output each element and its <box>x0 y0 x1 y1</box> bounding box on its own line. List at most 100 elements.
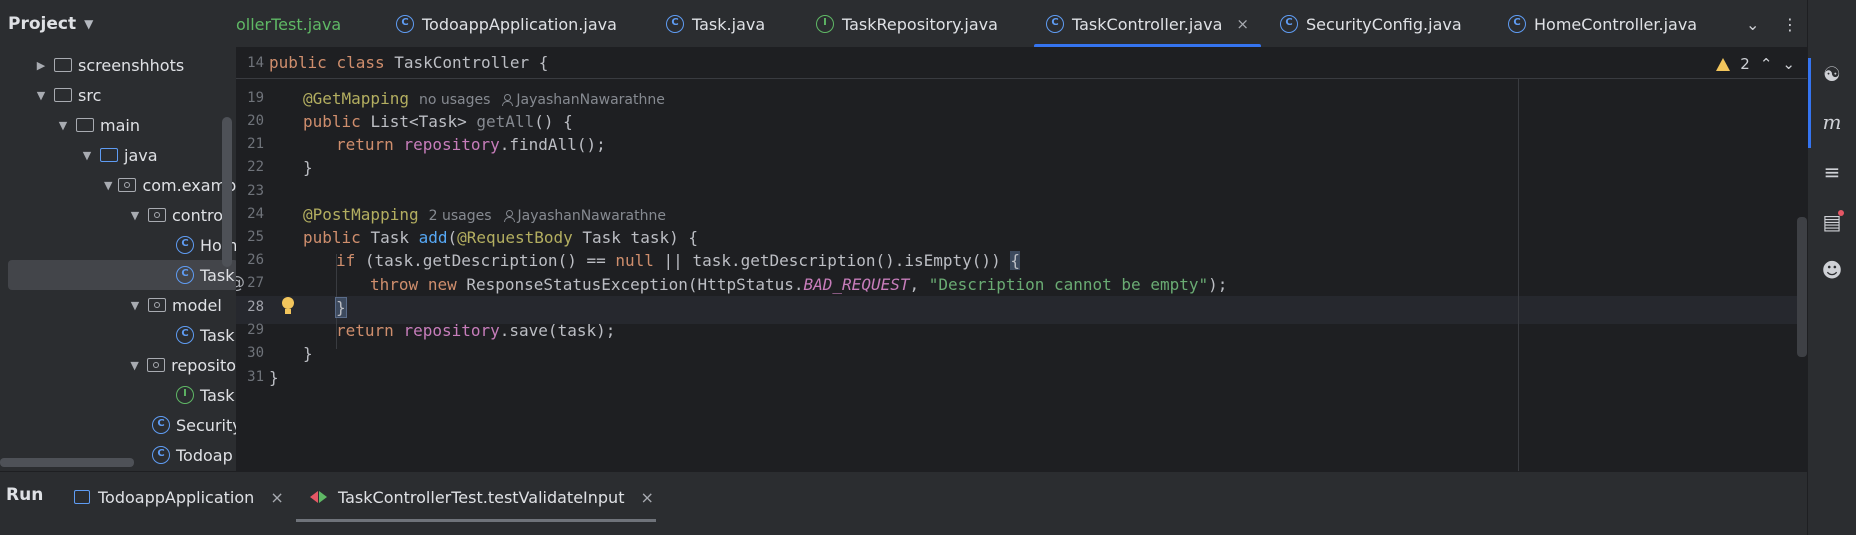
right-margin-guide <box>1518 79 1519 471</box>
tab-controller-test[interactable]: ollerTest.java <box>236 0 342 47</box>
previous-highlight-icon[interactable]: ⌃ <box>1760 55 1773 73</box>
endpoint-gutter-icon[interactable]: @ <box>236 273 245 293</box>
author-hint[interactable]: JayashanNawarathne <box>492 208 666 224</box>
ai-chat-icon[interactable]: ☯ <box>1820 62 1844 86</box>
keyword: public <box>269 53 327 72</box>
right-tool-strip: ☯ m ≡ ▤ ☻ <box>1807 0 1856 535</box>
annotation: @GetMapping <box>303 89 409 108</box>
code-text: .findAll(); <box>499 135 606 154</box>
chevron-right-icon[interactable]: ▶ <box>34 59 48 72</box>
close-icon[interactable]: × <box>270 488 283 507</box>
chevron-down-icon[interactable]: ▼ <box>84 17 93 31</box>
code-line-22[interactable]: } <box>303 158 313 177</box>
project-horizontal-scrollbar[interactable] <box>0 458 134 467</box>
code-text: , <box>909 275 920 294</box>
usages-hint[interactable]: no usages <box>419 92 490 108</box>
code-line-19[interactable]: @GetMapping no usages JayashanNawarathne <box>303 89 665 108</box>
chevron-down-icon[interactable]: ▼ <box>56 119 70 132</box>
tab-task[interactable]: C Task.java <box>666 0 765 47</box>
lightbulb-icon[interactable] <box>282 297 294 317</box>
tree-item-task-controller[interactable]: C Task <box>8 260 236 290</box>
folder-icon <box>54 88 72 102</box>
constant: BAD_REQUEST <box>803 275 910 294</box>
sticky-lines-header[interactable]: 14 public class TaskController { <box>236 49 1807 79</box>
chevron-down-icon[interactable]: ⌄ <box>1746 15 1759 34</box>
tab-options-button[interactable]: ⋮ <box>1782 0 1798 47</box>
package-icon <box>148 208 166 222</box>
chevron-down-icon[interactable]: ▼ <box>80 149 94 162</box>
user-icon <box>502 94 514 106</box>
tree-item-label: java <box>124 145 158 165</box>
copilot-icon[interactable]: ☻ <box>1820 258 1844 282</box>
code-line-31[interactable]: } <box>269 368 279 387</box>
code-line-30[interactable]: } <box>303 344 313 363</box>
structure-icon[interactable]: ≡ <box>1820 160 1844 184</box>
code-line-21[interactable]: return repository.findAll(); <box>336 135 606 154</box>
usages-hint[interactable]: 2 usages <box>429 208 492 224</box>
code-line-29[interactable]: return repository.save(task); <box>336 321 615 340</box>
project-vertical-scrollbar[interactable] <box>222 117 232 267</box>
code-text: } <box>303 158 313 177</box>
tab-todoapp-application[interactable]: C TodoappApplication.java <box>396 0 617 47</box>
tab-label: ollerTest.java <box>236 14 342 34</box>
project-view-selector[interactable]: Project ▼ <box>0 0 236 48</box>
notifications-icon[interactable]: ▤ <box>1820 210 1844 234</box>
code-line-25[interactable]: public Task add(@RequestBody Task task) … <box>303 228 698 247</box>
editor-vertical-scrollbar[interactable] <box>1797 217 1807 357</box>
tree-item-label: main <box>100 115 140 135</box>
maven-icon[interactable]: m <box>1820 110 1844 134</box>
tree-item-task-repository[interactable]: I Task <box>0 380 236 410</box>
keyword: public <box>303 112 361 131</box>
tree-item-task-model[interactable]: C Task <box>0 320 236 350</box>
tree-item-java[interactable]: ▼ java <box>0 140 236 170</box>
package-icon <box>148 298 166 312</box>
run-tab-selection-indicator <box>296 519 656 522</box>
code-line-28[interactable]: } <box>335 297 347 318</box>
tree-item-label: Task <box>200 325 235 345</box>
tree-item-home-controller[interactable]: C Hom <box>0 230 236 260</box>
code-text: } <box>303 344 313 363</box>
tab-security-config[interactable]: C SecurityConfig.java <box>1280 0 1462 47</box>
next-highlight-icon[interactable]: ⌄ <box>1782 55 1795 73</box>
editor-tab-bar: ollerTest.java C TodoappApplication.java… <box>236 0 1807 48</box>
tab-label: HomeController.java <box>1534 14 1698 34</box>
interface-icon: I <box>176 386 194 404</box>
code-line-26[interactable]: if (task.getDescription() == null || tas… <box>336 251 1020 270</box>
run-tab-task-controller-test[interactable]: TaskControllerTest.testValidateInput × <box>310 472 654 522</box>
tree-item-repository-package[interactable]: ▼ reposito <box>0 350 236 380</box>
chevron-down-icon[interactable]: ▼ <box>128 209 142 222</box>
chevron-down-icon[interactable]: ▼ <box>128 299 142 312</box>
tab-task-repository[interactable]: I TaskRepository.java <box>816 0 998 47</box>
tree-item-src[interactable]: ▼ src <box>0 80 236 110</box>
annotation: @PostMapping <box>303 205 419 224</box>
chevron-down-icon[interactable]: ▼ <box>128 359 141 372</box>
tree-item-controller-package[interactable]: ▼ controll <box>0 200 236 230</box>
sticky-class-declaration[interactable]: public class TaskController { <box>269 53 548 72</box>
run-tab-todoapp-application[interactable]: TodoappApplication × <box>74 472 284 522</box>
tab-task-controller[interactable]: C TaskController.java × <box>1034 0 1261 47</box>
tab-home-controller[interactable]: C HomeController.java <box>1508 0 1698 47</box>
code-line-27[interactable]: throw new ResponseStatusException(HttpSt… <box>370 275 1227 294</box>
tab-list-button[interactable]: ⌄ <box>1746 0 1759 47</box>
inspection-widget[interactable]: 2 ⌃ ⌄ <box>1716 49 1795 79</box>
chevron-down-icon[interactable]: ▼ <box>104 179 112 192</box>
code-line-24[interactable]: @PostMapping 2 usages JayashanNawarathne <box>303 205 666 224</box>
tree-item-security-config[interactable]: C Security <box>0 410 236 440</box>
author-hint[interactable]: JayashanNawarathne <box>490 92 665 108</box>
code-editor[interactable]: 14 public class TaskController { 2 ⌃ ⌄ 1… <box>236 49 1807 471</box>
code-text: Task task) { <box>582 228 698 247</box>
tree-item-screenshhots[interactable]: ▶ screenshhots <box>0 50 236 80</box>
more-vertical-icon[interactable]: ⋮ <box>1782 15 1798 34</box>
tree-item-model-package[interactable]: ▼ model <box>0 290 236 320</box>
close-icon[interactable]: × <box>1236 15 1249 33</box>
interface-icon: I <box>816 15 834 33</box>
package-icon <box>147 358 166 372</box>
notification-dot <box>1838 210 1844 216</box>
tree-item-package-root[interactable]: ▼ com.examp <box>0 170 236 200</box>
tree-item-main[interactable]: ▼ main <box>0 110 236 140</box>
close-icon[interactable]: × <box>640 488 653 507</box>
code-line-20[interactable]: public List<Task> getAll() { <box>303 112 573 131</box>
application-class-icon: C <box>396 15 414 33</box>
line-number: 31 <box>247 369 264 385</box>
chevron-down-icon[interactable]: ▼ <box>34 89 48 102</box>
